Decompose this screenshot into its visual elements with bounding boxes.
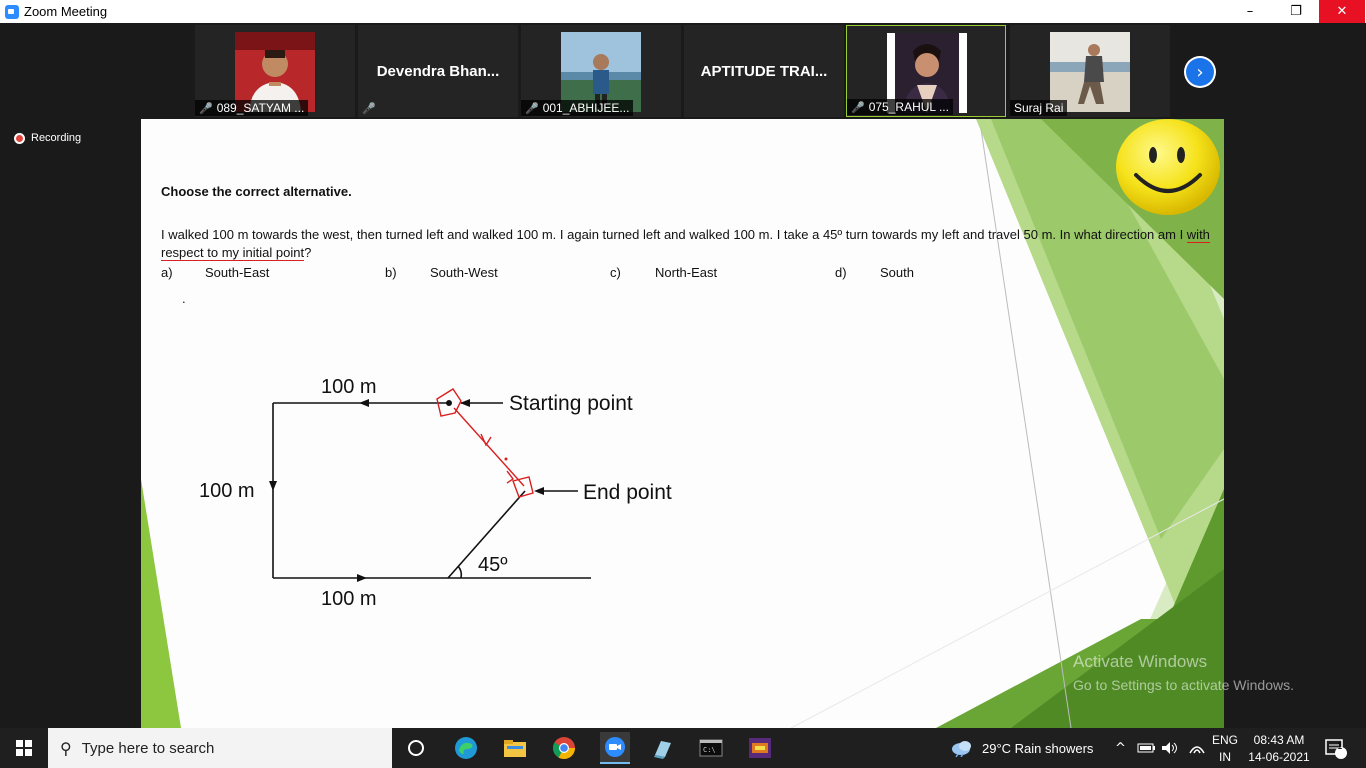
search-placeholder: Type here to search: [81, 739, 215, 757]
title-bar: Zoom Meeting – ❐ ✕: [0, 0, 1366, 23]
windows-logo-icon: [16, 740, 32, 756]
zoom-app-icon: [5, 4, 19, 19]
search-icon: ⚲: [60, 738, 72, 758]
mic-muted-icon: 🎤: [362, 103, 376, 115]
participant-name: 075_RAHUL ...: [868, 100, 949, 114]
input-language-top[interactable]: ENG: [1210, 733, 1240, 747]
shared-screen: Choose the correct alternative. I walked…: [141, 119, 1224, 728]
cloud-rain-icon: [952, 741, 971, 757]
participant-strip: 🎤 089_SATYAM ... Devendra Bhan... 🎤 🎤 00…: [0, 23, 1366, 119]
participant-tile-active-speaker[interactable]: 🎤 075_RAHUL ...: [846, 25, 1006, 117]
angle-label: 45º: [478, 554, 508, 576]
taskbar-search-box[interactable]: ⚲ Type here to search: [48, 728, 392, 768]
weather-widget[interactable]: 29°C Rain showers: [950, 728, 1093, 768]
participant-tile[interactable]: Devendra Bhan... 🎤: [358, 25, 518, 117]
recording-label: Recording: [31, 132, 82, 144]
game-app-icon[interactable]: [747, 736, 773, 760]
zoom-taskbar-icon[interactable]: [600, 732, 630, 764]
clock-time[interactable]: 08:43 AM: [1246, 733, 1312, 747]
mic-muted-icon: 🎤: [851, 101, 865, 114]
notes-app-icon[interactable]: [649, 736, 675, 760]
chevron-up-icon: ^: [1115, 740, 1126, 756]
left-distance-label: 100 m: [199, 480, 255, 502]
edge-browser-icon[interactable]: [453, 736, 479, 760]
top-distance-label: 100 m: [321, 376, 377, 398]
start-dot-icon: [446, 400, 452, 406]
notification-icon: [1325, 739, 1347, 759]
participant-display-name: Devendra Bhan...: [376, 63, 500, 80]
maximize-button[interactable]: ❐: [1273, 0, 1319, 23]
weather-text: 29°C Rain showers: [982, 740, 1094, 756]
chevron-right-icon: ›: [1186, 58, 1214, 86]
participant-tile[interactable]: 🎤 089_SATYAM ...: [195, 25, 355, 117]
participant-name-label: 🎤 089_SATYAM ...: [195, 100, 309, 116]
participant-tile[interactable]: APTITUDE TRAI...: [684, 25, 844, 117]
file-explorer-icon[interactable]: [502, 736, 528, 760]
clock-date[interactable]: 14-06-2021: [1244, 750, 1314, 764]
participant-name-label: 🎤: [358, 101, 384, 116]
windows-taskbar: ⚲ Type here to search C:\ 29°C Rain show…: [0, 728, 1366, 768]
bottom-distance-label: 100 m: [321, 588, 377, 610]
participant-tile[interactable]: 🎤 001_ABHIJEE...: [521, 25, 681, 117]
chrome-icon[interactable]: [551, 736, 577, 760]
end-point-label: End point: [583, 481, 672, 504]
participant-name: Suraj Rai: [1014, 101, 1064, 115]
battery-icon[interactable]: [1137, 728, 1157, 768]
starting-point-label: Starting point: [509, 392, 633, 415]
activation-watermark-title: Activate Windows: [1073, 652, 1208, 671]
terminal-icon[interactable]: C:\: [698, 736, 724, 760]
participant-name-label: Suraj Rai: [1010, 100, 1068, 116]
show-hidden-icons-button[interactable]: ^: [1115, 728, 1126, 768]
participant-tile[interactable]: Suraj Rai: [1010, 25, 1170, 117]
participant-name-label: 🎤 075_RAHUL ...: [847, 99, 953, 115]
cortana-icon[interactable]: [403, 736, 429, 760]
notification-center-button[interactable]: 1: [1324, 728, 1348, 768]
svg-text:C:\: C:\: [703, 746, 716, 754]
input-language-bottom[interactable]: IN: [1210, 750, 1240, 764]
minimize-button[interactable]: –: [1227, 0, 1273, 23]
participant-display-name: APTITUDE TRAI...: [700, 63, 828, 80]
close-button[interactable]: ✕: [1319, 0, 1365, 23]
mic-muted-icon: 🎤: [525, 102, 539, 115]
record-icon: [14, 132, 25, 144]
activation-watermark-subtitle: Go to Settings to activate Windows.: [1073, 677, 1294, 693]
participant-name: 089_SATYAM ...: [216, 101, 305, 115]
start-button[interactable]: [0, 728, 48, 768]
next-page-button[interactable]: ›: [1184, 56, 1216, 88]
notification-count: 1: [1337, 741, 1343, 752]
volume-icon[interactable]: [1160, 728, 1180, 768]
direction-diagram: 100 m 100 m 100 m 45º Starting point End…: [199, 376, 672, 610]
participant-name: 001_ABHIJEE...: [542, 101, 630, 115]
participant-name-label: 🎤 001_ABHIJEE...: [521, 100, 634, 116]
window-title: Zoom Meeting: [24, 4, 108, 19]
recording-indicator[interactable]: Recording: [14, 132, 81, 144]
wifi-icon[interactable]: [1188, 728, 1206, 768]
mic-muted-icon: 🎤: [199, 102, 213, 115]
